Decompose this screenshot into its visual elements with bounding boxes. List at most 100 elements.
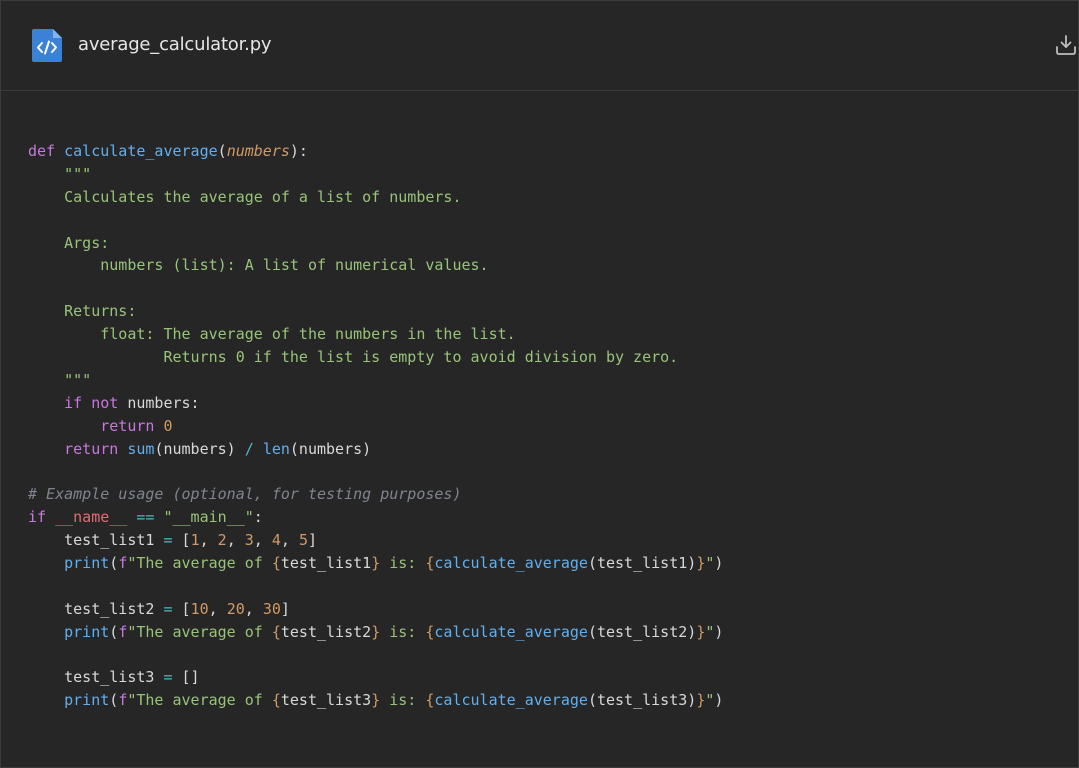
code-file-icon xyxy=(31,27,64,63)
code-line: Returns 0 if the list is empty to avoid … xyxy=(28,346,1068,369)
code-token: } xyxy=(371,622,381,641)
code-file-viewer: average_calculator.py def calculate_aver… xyxy=(0,0,1079,768)
code-token: """ xyxy=(28,164,92,183)
code-token: 5 xyxy=(298,531,308,550)
code-token: # Example usage (optional, for testing p… xyxy=(28,485,462,504)
code-token: = xyxy=(163,599,173,618)
code-line: float: The average of the numbers in the… xyxy=(28,323,1068,346)
code-token: ) xyxy=(714,554,724,573)
code-token: test_list1 xyxy=(28,531,164,550)
code-token: Returns 0 if the list is empty to avoid … xyxy=(28,348,679,367)
code-line: print(f"The average of {test_list3} is: … xyxy=(28,689,1068,712)
code-token: sum xyxy=(127,439,155,458)
code-token: Args: xyxy=(28,233,110,252)
code-line: def calculate_average(numbers): xyxy=(28,140,1068,163)
code-token: 10 xyxy=(190,599,209,618)
code-line: print(f"The average of {test_list2} is: … xyxy=(28,621,1068,644)
code-token: { xyxy=(271,691,281,710)
code-token: 2 xyxy=(217,531,227,550)
code-line: test_list3 = [] xyxy=(28,666,1068,689)
code-token: , xyxy=(199,531,218,550)
code-block[interactable]: def calculate_average(numbers): """ Calc… xyxy=(28,140,1068,712)
code-token: (test_list3) xyxy=(587,691,697,710)
code-token: : xyxy=(253,508,263,527)
code-token: ) xyxy=(714,691,724,710)
code-token: } xyxy=(371,691,381,710)
code-token: print xyxy=(64,691,110,710)
code-token: , xyxy=(244,599,263,618)
code-token: test_list3 xyxy=(28,668,164,687)
file-name: average_calculator.py xyxy=(78,34,272,55)
code-token: is: xyxy=(380,622,426,641)
code-token: "The average of xyxy=(127,691,272,710)
code-token: test_list2 xyxy=(280,622,372,641)
code-line: print(f"The average of {test_list1} is: … xyxy=(28,552,1068,575)
code-token: , xyxy=(208,599,227,618)
code-token: not xyxy=(91,393,119,412)
code-token: 30 xyxy=(262,599,281,618)
code-token: f xyxy=(118,622,128,641)
code-token: } xyxy=(696,691,706,710)
code-token: numbers (list): A list of numerical valu… xyxy=(28,256,489,275)
code-token: , xyxy=(280,531,299,550)
code-token: ( xyxy=(109,691,119,710)
code-token: [ xyxy=(172,531,191,550)
code-token: ( xyxy=(109,554,119,573)
code-token: = xyxy=(163,668,173,687)
code-token: f xyxy=(118,691,128,710)
code-token: f xyxy=(118,554,128,573)
code-token: [] xyxy=(172,668,200,687)
code-token: if xyxy=(28,508,47,527)
code-token: calculate_average xyxy=(434,622,588,641)
code-token: { xyxy=(271,622,281,641)
code-token: Returns: xyxy=(28,302,137,321)
code-token: (numbers) xyxy=(154,439,245,458)
code-token: } xyxy=(696,622,706,641)
code-token: if xyxy=(64,393,83,412)
code-line: numbers (list): A list of numerical valu… xyxy=(28,254,1068,277)
code-token: return xyxy=(64,439,119,458)
code-token: } xyxy=(371,554,381,573)
code-token: test_list3 xyxy=(280,691,372,710)
code-token: numbers: xyxy=(118,393,200,412)
code-line: Returns: xyxy=(28,300,1068,323)
code-token: calculate_average xyxy=(434,554,588,573)
code-line: """ xyxy=(28,163,1068,186)
code-line: test_list1 = [1, 2, 3, 4, 5] xyxy=(28,529,1068,552)
code-token: [ xyxy=(172,599,191,618)
code-line: if __name__ == "__main__": xyxy=(28,506,1068,529)
code-token: calculate_average xyxy=(434,691,588,710)
code-token: ) xyxy=(714,622,724,641)
code-token: __name__ xyxy=(55,508,128,527)
code-token: ): xyxy=(289,142,308,160)
code-token: = xyxy=(163,531,173,550)
code-line: """ xyxy=(28,369,1068,392)
download-icon[interactable] xyxy=(1054,33,1078,57)
file-header: average_calculator.py xyxy=(1,1,1078,91)
code-token: } xyxy=(696,554,706,573)
code-token: == xyxy=(136,508,155,527)
code-token: 4 xyxy=(271,531,281,550)
code-token: numbers xyxy=(226,142,290,160)
code-line: Calculates the average of a list of numb… xyxy=(28,186,1068,209)
code-line: return 0 xyxy=(28,415,1068,438)
code-token: , xyxy=(253,531,272,550)
code-token: 0 xyxy=(163,416,173,435)
code-token: "__main__" xyxy=(163,508,254,527)
code-token: , xyxy=(226,531,245,550)
code-token: { xyxy=(271,554,281,573)
code-token: is: xyxy=(380,554,426,573)
code-token: 3 xyxy=(244,531,254,550)
code-token: (test_list2) xyxy=(587,622,697,641)
